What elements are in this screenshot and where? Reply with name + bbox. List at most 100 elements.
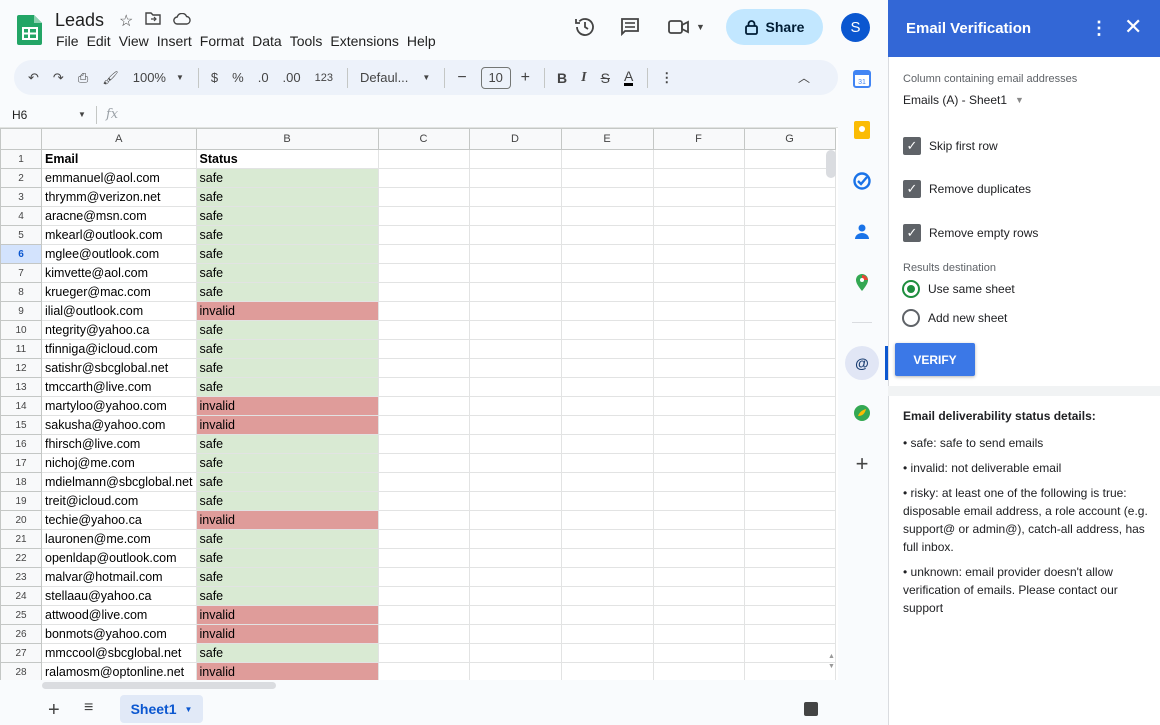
status-cell[interactable]: invalid	[195, 301, 379, 321]
paint-format-icon[interactable]: 🖌︎	[102, 70, 119, 86]
empty-cell[interactable]	[560, 510, 654, 530]
empty-cell[interactable]	[652, 187, 745, 207]
empty-cell[interactable]	[560, 149, 654, 169]
column-header-d[interactable]: D	[468, 128, 562, 150]
empty-cell[interactable]	[560, 396, 654, 416]
email-cell[interactable]: ralamosm@optonline.net	[41, 662, 197, 680]
empty-cell[interactable]	[560, 168, 654, 188]
empty-cell[interactable]	[652, 472, 745, 492]
empty-cell[interactable]	[468, 510, 562, 530]
empty-cell[interactable]	[560, 567, 654, 587]
empty-cell[interactable]	[560, 662, 654, 680]
row-header[interactable]: 7	[0, 263, 42, 283]
status-cell[interactable]: invalid	[195, 624, 379, 644]
empty-cell[interactable]	[377, 662, 470, 680]
empty-cell[interactable]	[652, 320, 745, 340]
empty-cell[interactable]	[468, 168, 562, 188]
row-header[interactable]: 6	[0, 244, 42, 264]
empty-cell[interactable]	[652, 567, 745, 587]
name-box[interactable]: H6	[12, 108, 27, 122]
empty-cell[interactable]	[560, 358, 654, 378]
row-header[interactable]: 15	[0, 415, 42, 435]
avatar[interactable]: S	[841, 13, 870, 42]
empty-cell[interactable]	[468, 396, 562, 416]
empty-cell[interactable]	[560, 301, 654, 321]
email-cell[interactable]: tmccarth@live.com	[41, 377, 197, 397]
empty-cell[interactable]	[468, 320, 562, 340]
empty-cell[interactable]	[652, 225, 745, 245]
empty-cell[interactable]	[743, 168, 836, 188]
sheet-tab[interactable]: Sheet1 ▼	[120, 695, 203, 723]
empty-cell[interactable]	[377, 244, 470, 264]
row-header[interactable]: 14	[0, 396, 42, 416]
row-header[interactable]: 21	[0, 529, 42, 549]
column-header-c[interactable]: C	[377, 128, 470, 150]
vertical-scrollbar[interactable]	[826, 150, 836, 178]
row-header[interactable]: 27	[0, 643, 42, 663]
sheets-logo-icon[interactable]	[16, 14, 44, 46]
row-header[interactable]: 22	[0, 548, 42, 568]
more-options-icon[interactable]: ⋮	[660, 70, 673, 86]
empty-cell[interactable]	[468, 263, 562, 283]
row-header[interactable]: 8	[0, 282, 42, 302]
row-header[interactable]: 2	[0, 168, 42, 188]
empty-cell[interactable]	[468, 225, 562, 245]
font-size-input[interactable]: 10	[480, 66, 511, 89]
empty-cell[interactable]	[743, 244, 836, 264]
empty-cell[interactable]	[468, 358, 562, 378]
meet-button[interactable]: ▼	[668, 19, 705, 35]
empty-cell[interactable]	[468, 149, 562, 169]
status-cell[interactable]: safe	[195, 339, 379, 359]
empty-cell[interactable]	[652, 149, 745, 169]
empty-cell[interactable]	[743, 206, 836, 226]
empty-cell[interactable]	[560, 206, 654, 226]
empty-cell[interactable]	[743, 339, 836, 359]
status-cell[interactable]: invalid	[195, 510, 379, 530]
empty-cell[interactable]	[377, 301, 470, 321]
empty-cell[interactable]	[743, 358, 836, 378]
empty-cell[interactable]	[560, 472, 654, 492]
empty-cell[interactable]	[468, 624, 562, 644]
explore-icon[interactable]	[804, 702, 818, 716]
empty-cell[interactable]	[468, 643, 562, 663]
tasks-icon[interactable]	[851, 170, 873, 192]
status-cell[interactable]: safe	[195, 168, 379, 188]
empty-cell[interactable]	[377, 206, 470, 226]
empty-cell[interactable]	[743, 491, 836, 511]
horizontal-scrollbar[interactable]	[42, 682, 276, 689]
status-cell[interactable]: safe	[195, 643, 379, 663]
maps-icon[interactable]	[851, 272, 873, 294]
menu-file[interactable]: File	[56, 33, 88, 49]
empty-cell[interactable]	[377, 225, 470, 245]
star-icon[interactable]: ☆	[119, 11, 133, 31]
undo-icon[interactable]: ↶	[28, 70, 39, 86]
empty-cell[interactable]	[468, 662, 562, 680]
empty-cell[interactable]	[560, 529, 654, 549]
increase-font-size-button[interactable]: +	[521, 69, 530, 87]
empty-cell[interactable]	[743, 453, 836, 473]
empty-cell[interactable]	[377, 149, 470, 169]
status-cell[interactable]: safe	[195, 586, 379, 606]
row-header[interactable]: 20	[0, 510, 42, 530]
status-cell[interactable]: safe	[195, 282, 379, 302]
empty-cell[interactable]	[560, 282, 654, 302]
increase-decimal-button[interactable]: .00	[283, 70, 301, 85]
row-header[interactable]: 26	[0, 624, 42, 644]
empty-cell[interactable]	[652, 624, 745, 644]
empty-cell[interactable]	[560, 548, 654, 568]
remove-duplicates-checkbox[interactable]: ✓ Remove duplicates	[903, 180, 1031, 198]
column-header-f[interactable]: F	[652, 128, 745, 150]
column-header-g[interactable]: G	[743, 128, 836, 150]
redo-icon[interactable]: ↷	[53, 70, 64, 86]
menu-help[interactable]: Help	[407, 33, 445, 49]
menu-tools[interactable]: Tools	[290, 33, 332, 49]
empty-cell[interactable]	[560, 263, 654, 283]
empty-cell[interactable]	[377, 605, 470, 625]
empty-cell[interactable]	[743, 548, 836, 568]
empty-cell[interactable]	[652, 358, 745, 378]
remove-empty-rows-checkbox[interactable]: ✓ Remove empty rows	[903, 224, 1038, 242]
email-cell[interactable]: treit@icloud.com	[41, 491, 197, 511]
select-all-corner[interactable]	[0, 128, 42, 150]
empty-cell[interactable]	[652, 339, 745, 359]
empty-cell[interactable]	[743, 662, 836, 680]
